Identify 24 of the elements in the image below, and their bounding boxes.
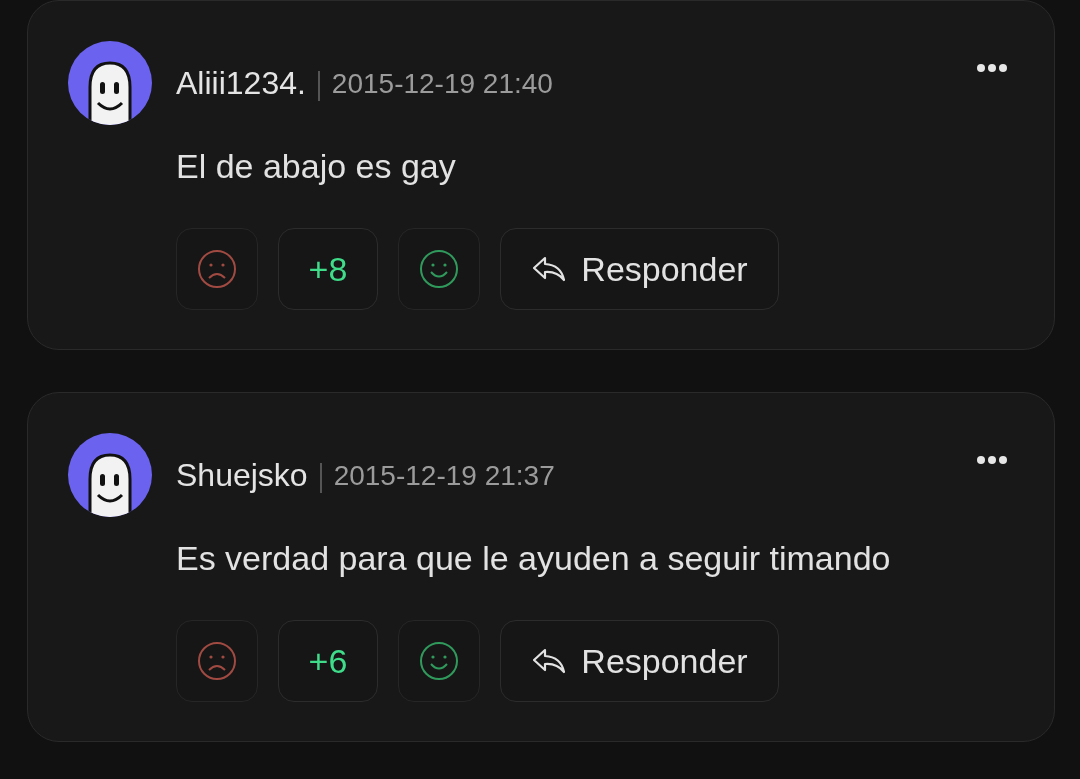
reply-button[interactable]: Responder: [500, 228, 779, 310]
like-button[interactable]: [398, 228, 480, 310]
author-name[interactable]: Shuejsko: [176, 456, 308, 494]
sad-face-icon: [197, 249, 237, 289]
reply-arrow-icon: [531, 254, 568, 284]
smiley-face-icon: [419, 641, 459, 681]
sad-face-icon: [197, 641, 237, 681]
avatar-icon: [68, 433, 152, 517]
dislike-button[interactable]: [176, 228, 258, 310]
dislike-button[interactable]: [176, 620, 258, 702]
comment-text: El de abajo es gay: [176, 146, 457, 187]
vote-score: +8: [278, 228, 378, 310]
author-name[interactable]: Aliii1234.: [176, 64, 306, 102]
avatar-icon: [68, 41, 152, 125]
smiley-face-icon: [419, 249, 459, 289]
like-button[interactable]: [398, 620, 480, 702]
vote-score: +6: [278, 620, 378, 702]
reply-arrow-icon: [531, 646, 568, 676]
comment-text: Es verdad para que le ayuden a seguir timando: [176, 538, 892, 579]
timestamp: 2015-12-19 21:40: [331, 68, 553, 100]
more-options-icon[interactable]: [976, 63, 1008, 73]
reply-button[interactable]: Responder: [500, 620, 779, 702]
timestamp: 2015-12-19 21:37: [333, 460, 555, 492]
more-options-icon[interactable]: [976, 455, 1008, 465]
